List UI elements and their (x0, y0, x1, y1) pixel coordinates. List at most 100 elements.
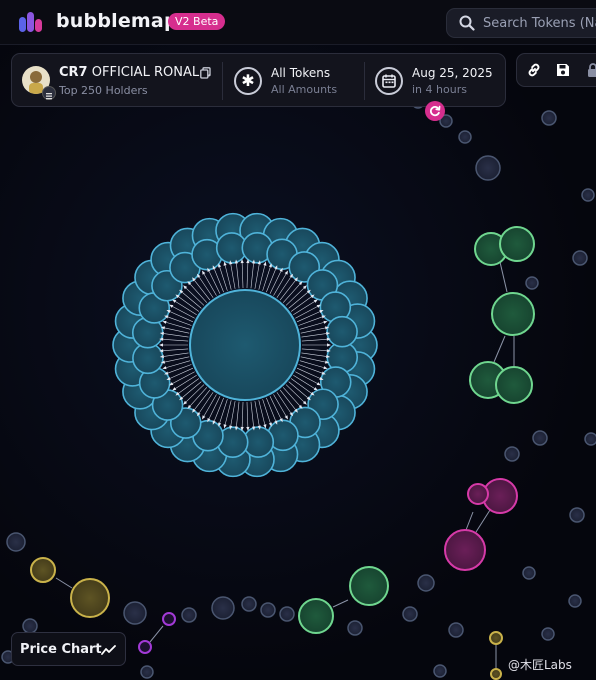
divider (364, 62, 365, 100)
save-icon[interactable] (555, 62, 571, 78)
bubble-map[interactable] (0, 44, 596, 680)
transfer-arrowhead (323, 320, 328, 324)
transfer-arrowhead (159, 343, 163, 347)
holder-bubble[interactable] (140, 665, 154, 679)
holder-bubble[interactable] (22, 618, 38, 634)
top-bar: bubblemaps V2 Beta Search Tokens (Na (0, 0, 596, 45)
trend-line-icon (101, 645, 116, 655)
holder-bubble[interactable] (525, 276, 539, 290)
main-holder-bubble[interactable] (189, 289, 301, 401)
holder-bubble[interactable] (123, 601, 147, 625)
yellow-bubble[interactable] (489, 631, 503, 645)
transfer-spoke (169, 311, 194, 323)
transfer-spoke (175, 301, 197, 316)
transfer-spoke (172, 306, 195, 319)
transfer-spoke (296, 367, 321, 379)
magenta-bubble[interactable] (467, 483, 489, 505)
green-bubble[interactable] (349, 566, 389, 606)
magenta-bubble[interactable] (138, 640, 152, 654)
holder-bubble[interactable] (241, 596, 257, 612)
holder-bubble[interactable] (572, 250, 588, 266)
transfer-spoke (198, 392, 214, 414)
main-cluster[interactable] (112, 212, 378, 478)
holder-bubble[interactable] (541, 110, 557, 126)
yellow-bubble[interactable] (70, 578, 110, 618)
holder-bubble[interactable] (522, 566, 536, 580)
transfer-spoke (236, 401, 240, 427)
transfer-arrowhead (172, 299, 177, 303)
transfer-spoke (164, 356, 190, 363)
holder-bubble[interactable] (181, 607, 197, 623)
magenta-bubble[interactable] (162, 612, 176, 626)
holder-bubble[interactable] (504, 446, 520, 462)
price-chart-button[interactable]: Price Chart (11, 632, 126, 666)
asterisk-icon[interactable]: ✱ (234, 67, 262, 95)
transfer-spoke (296, 311, 321, 323)
holder-bubble[interactable] (458, 130, 472, 144)
yellow-bubble[interactable] (490, 668, 502, 680)
green-bubble[interactable] (499, 226, 535, 262)
transfer-spoke (250, 401, 254, 427)
transfer-spoke (301, 338, 327, 342)
transfer-spoke (276, 276, 292, 298)
holder-bubble[interactable] (417, 574, 435, 592)
token-title: CR7 OFFICIAL RONAL... (59, 65, 211, 80)
transfer-spoke (214, 268, 224, 293)
bubblemaps-logo-icon[interactable] (18, 10, 48, 34)
transfer-spoke (163, 352, 189, 357)
holder-bubble[interactable] (541, 627, 555, 641)
transfer-spoke (175, 374, 197, 389)
watermark: @木匠Labs (508, 658, 572, 672)
green-bubble[interactable] (491, 292, 535, 336)
token-filter-label[interactable]: All Tokens (271, 66, 330, 80)
transfer-spoke (254, 264, 260, 289)
transfer-arrowhead (284, 270, 288, 275)
transfer-spoke (269, 271, 282, 294)
holder-bubble[interactable] (347, 620, 363, 636)
transfer-arrowhead (323, 366, 328, 370)
transfer-arrowhead (313, 387, 318, 391)
price-chart-label: Price Chart (20, 642, 102, 657)
yellow-bubble[interactable] (30, 557, 56, 583)
holder-bubble[interactable] (569, 507, 585, 523)
copy-icon[interactable] (200, 67, 211, 79)
holder-bubble[interactable] (532, 430, 548, 446)
transfer-arrowhead (202, 270, 206, 275)
beta-badge: V2 Beta (168, 13, 226, 30)
holder-bubble[interactable] (260, 602, 276, 618)
transfer-spoke (214, 397, 224, 422)
divider (222, 62, 223, 100)
search-input[interactable]: Search Tokens (Na (446, 8, 596, 38)
transfer-spoke (169, 367, 194, 379)
holder-bubble[interactable] (568, 594, 582, 608)
green-bubble[interactable] (495, 366, 533, 404)
transfer-spoke (266, 397, 276, 422)
token-info-card[interactable]: CR7 OFFICIAL RONAL... Top 250 Holders ✱ … (11, 53, 506, 107)
transfer-arrowhead (284, 415, 288, 420)
holder-bubble[interactable] (211, 596, 235, 620)
transfer-spoke (208, 271, 221, 294)
lock-icon[interactable] (585, 62, 596, 78)
transfer-spoke (293, 301, 315, 316)
refresh-button[interactable] (425, 101, 445, 121)
holder-bubble[interactable] (402, 606, 418, 622)
green-bubble[interactable] (298, 598, 334, 634)
holder-bubble[interactable] (6, 532, 26, 552)
holder-bubble[interactable] (584, 432, 596, 446)
holder-bubble[interactable] (448, 622, 464, 638)
chain-badge-icon (42, 86, 56, 100)
snapshot-date[interactable]: Aug 25, 2025 (412, 66, 493, 80)
calendar-icon[interactable] (375, 67, 403, 95)
transfer-spoke (276, 392, 292, 414)
transfer-spoke (246, 401, 249, 427)
holder-bubble[interactable] (279, 606, 295, 622)
holder-bubble[interactable] (326, 315, 358, 348)
action-bar (516, 53, 596, 87)
transfer-spoke (266, 268, 276, 293)
token-name: OFFICIAL RONAL... (91, 65, 212, 80)
magenta-bubble[interactable] (444, 529, 486, 571)
holder-bubble[interactable] (581, 188, 595, 202)
holder-bubble[interactable] (433, 664, 447, 678)
holder-bubble[interactable] (475, 155, 501, 181)
link-icon[interactable] (526, 62, 542, 78)
